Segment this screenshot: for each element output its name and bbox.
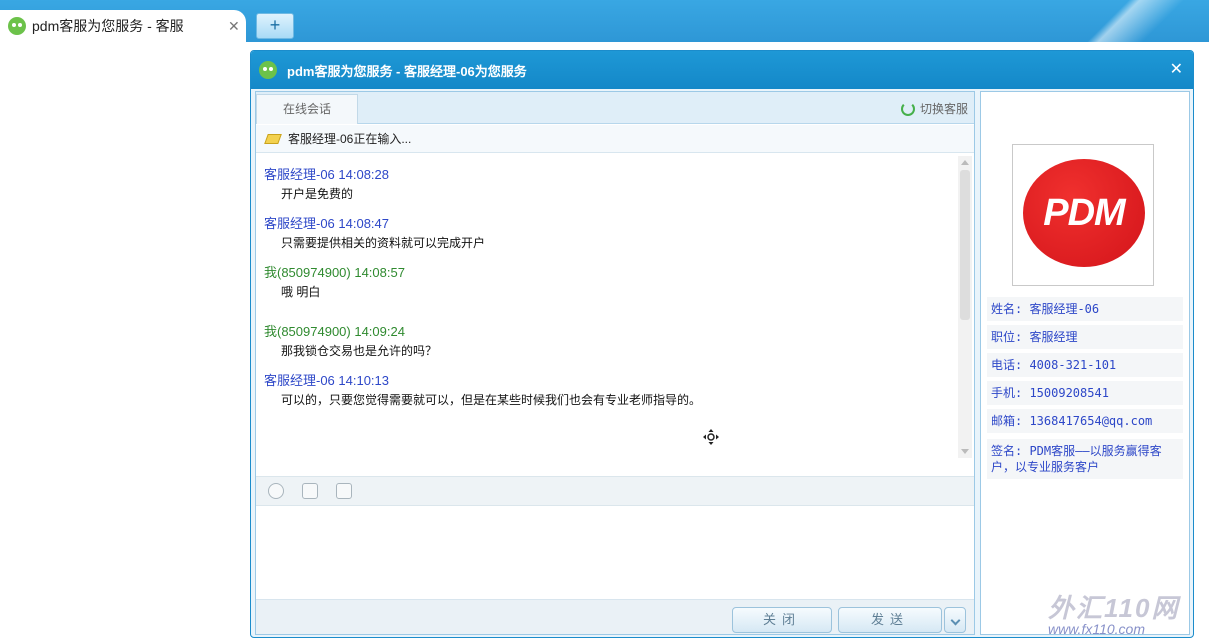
agent-signature: 签名: PDM客服——以服务赢得客户，以专业服务客户: [987, 439, 1183, 479]
scrollbar-thumb[interactable]: [960, 170, 970, 320]
message-text: 只需要提供相关的资料就可以完成开户: [281, 236, 486, 250]
agent-profile-panel: PDM 姓名: 客服经理-06 职位: 客服经理 电话: 4008-321-10…: [980, 91, 1190, 635]
conversation-pane: 在线会话 切换客服 客服经理-06正在输入... 客服经理-06 14:08:2…: [255, 91, 975, 635]
tab-close-icon[interactable]: ✕: [228, 18, 240, 35]
pencil-icon: [264, 133, 282, 144]
browser-tab-strip: pdm客服为您服务 - 客服 ✕ +: [0, 0, 1209, 42]
agent-avatar: PDM: [1012, 144, 1154, 286]
message-item: 客服经理-06 14:08:47 只需要提供相关的资料就可以完成开户: [264, 215, 948, 254]
chevron-down-icon: [950, 615, 960, 626]
message-text: 哦 明白: [281, 285, 321, 299]
agent-name: 姓名: 客服经理-06: [987, 297, 1183, 321]
message-input[interactable]: [256, 507, 974, 599]
logo-text: PDM: [1043, 191, 1125, 234]
message-sender: 客服经理-06 14:08:47: [264, 216, 390, 231]
agent-position: 职位: 客服经理: [987, 325, 1183, 349]
message-item: 客服经理-06 14:08:28 开户是免费的: [264, 166, 948, 205]
send-button[interactable]: 发送: [838, 607, 942, 633]
chat-window-title: pdm客服为您服务 - 客服经理-06为您服务: [287, 63, 527, 79]
close-button[interactable]: 关闭: [732, 607, 832, 633]
window-close-icon[interactable]: ✕: [1170, 59, 1183, 79]
pdm-logo: PDM: [1023, 159, 1145, 267]
switch-agent-label: 切换客服: [919, 102, 968, 116]
message-text: 开户是免费的: [281, 187, 354, 201]
action-bar: 关闭 发送: [256, 599, 974, 634]
shake-icon[interactable]: [302, 483, 318, 499]
message-sender: 我(850974900) 14:09:24: [264, 324, 405, 339]
new-tab-button[interactable]: +: [256, 13, 294, 39]
agent-email: 邮箱: 1368417654@qq.com: [987, 409, 1183, 433]
message-scrollbar[interactable]: [958, 156, 972, 458]
send-options-button[interactable]: [944, 607, 966, 633]
agent-phone: 电话: 4008-321-101: [987, 353, 1183, 377]
watermark: 外汇110网 www.fx110.com: [1048, 588, 1198, 637]
switch-agent-button[interactable]: 切换客服: [900, 100, 968, 117]
move-cursor-icon: [703, 429, 719, 445]
message-sender: 客服经理-06 14:10:13: [264, 373, 390, 388]
image-icon[interactable]: [336, 483, 352, 499]
scroll-down-icon[interactable]: [961, 449, 969, 454]
message-item: 我(850974900) 14:09:24 那我锁仓交易也是允许的吗？: [264, 323, 948, 362]
message-item: 客服经理-06 14:10:13 可以的，只要您觉得需要就可以，但是在某些时候我…: [264, 372, 948, 411]
service-icon: [259, 61, 277, 79]
site-favicon-icon: [8, 17, 26, 35]
browser-tab-title: pdm客服为您服务 - 客服: [32, 18, 184, 34]
message-item: 我(850974900) 14:08:57 哦 明白: [264, 264, 948, 303]
typing-status-text: 客服经理-06正在输入...: [288, 132, 412, 146]
message-text: 那我锁仓交易也是允许的吗？: [281, 344, 438, 358]
message-list: 客服经理-06 14:08:28 开户是免费的 客服经理-06 14:08:47…: [256, 154, 956, 474]
agent-mobile: 手机: 15009208541: [987, 381, 1183, 405]
message-sender: 客服经理-06 14:08:28: [264, 167, 390, 182]
emoji-icon[interactable]: [268, 483, 284, 499]
browser-tab[interactable]: pdm客服为您服务 - 客服 ✕: [0, 10, 246, 42]
input-toolbar: [256, 476, 974, 506]
tabstrip-decoration: [1029, 0, 1209, 42]
typing-indicator: 客服经理-06正在输入...: [256, 125, 974, 153]
scroll-up-icon[interactable]: [961, 160, 969, 165]
agent-info: 姓名: 客服经理-06 职位: 客服经理 电话: 4008-321-101 手机…: [987, 297, 1183, 483]
watermark-title: 外汇110网: [1048, 593, 1180, 623]
refresh-icon: [900, 101, 915, 116]
message-text: 可以的，只要您觉得需要就可以，但是在某些时候我们也会有专业老师指导的。: [281, 393, 702, 407]
chat-window-header[interactable]: pdm客服为您服务 - 客服经理-06为您服务 ✕: [251, 51, 1193, 89]
message-sender: 我(850974900) 14:08:57: [264, 265, 405, 280]
tab-online-chat[interactable]: 在线会话: [256, 94, 358, 124]
chat-window: pdm客服为您服务 - 客服经理-06为您服务 ✕ 在线会话 切换客服 客服经理…: [250, 50, 1194, 638]
conversation-tabs: 在线会话 切换客服: [256, 92, 974, 124]
